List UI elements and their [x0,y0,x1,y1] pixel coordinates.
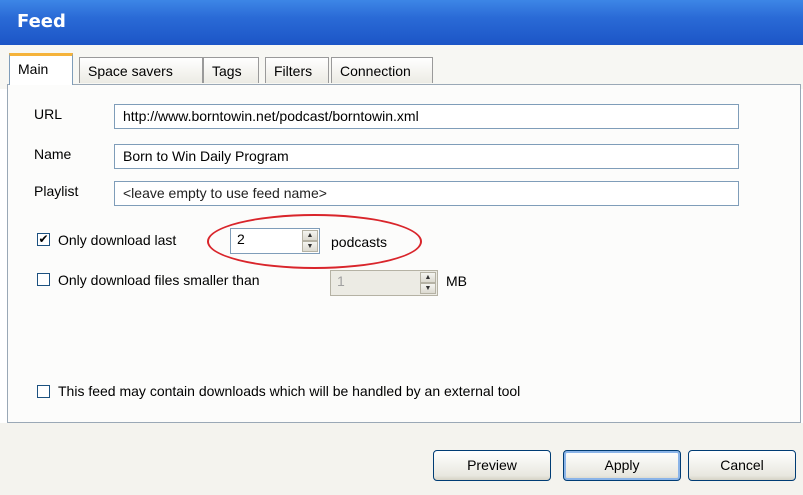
apply-button[interactable]: Apply [563,450,681,481]
name-field[interactable]: Born to Win Daily Program [114,144,739,169]
only-smaller-checkbox[interactable] [37,273,50,286]
window-title: Feed [17,11,66,32]
tab-filters[interactable]: Filters [265,57,329,83]
tab-main[interactable]: Main [9,53,73,85]
playlist-label: Playlist [34,183,79,199]
only-smaller-suffix: MB [446,273,467,289]
cancel-button[interactable]: Cancel [688,450,796,481]
highlight-oval [207,214,422,269]
playlist-field[interactable]: <leave empty to use feed name> [114,181,739,206]
preview-button[interactable]: Preview [433,450,551,481]
only-smaller-value: 1 [337,273,345,289]
only-last-label: Only download last [58,232,177,248]
window-titlebar: Feed [0,0,803,45]
tab-space-savers[interactable]: Space savers [79,57,203,83]
spin-down-icon[interactable]: ▼ [420,283,436,294]
name-label: Name [34,146,72,162]
checkmark-icon: ✔ [38,232,49,246]
url-field[interactable]: http://www.borntowin.net/podcast/borntow… [114,104,739,129]
only-last-checkbox[interactable]: ✔ [37,233,50,246]
spin-up-icon[interactable]: ▲ [420,272,436,283]
url-label: URL [34,106,63,122]
only-smaller-label: Only download files smaller than [58,272,260,288]
tab-connection[interactable]: Connection [331,57,433,83]
dialog-footer [0,423,803,495]
external-tool-checkbox[interactable] [37,385,50,398]
external-tool-label: This feed may contain downloads which wi… [58,383,521,399]
tab-tags[interactable]: Tags [203,57,259,83]
only-smaller-stepper[interactable]: 1 ▲ ▼ [330,270,438,296]
